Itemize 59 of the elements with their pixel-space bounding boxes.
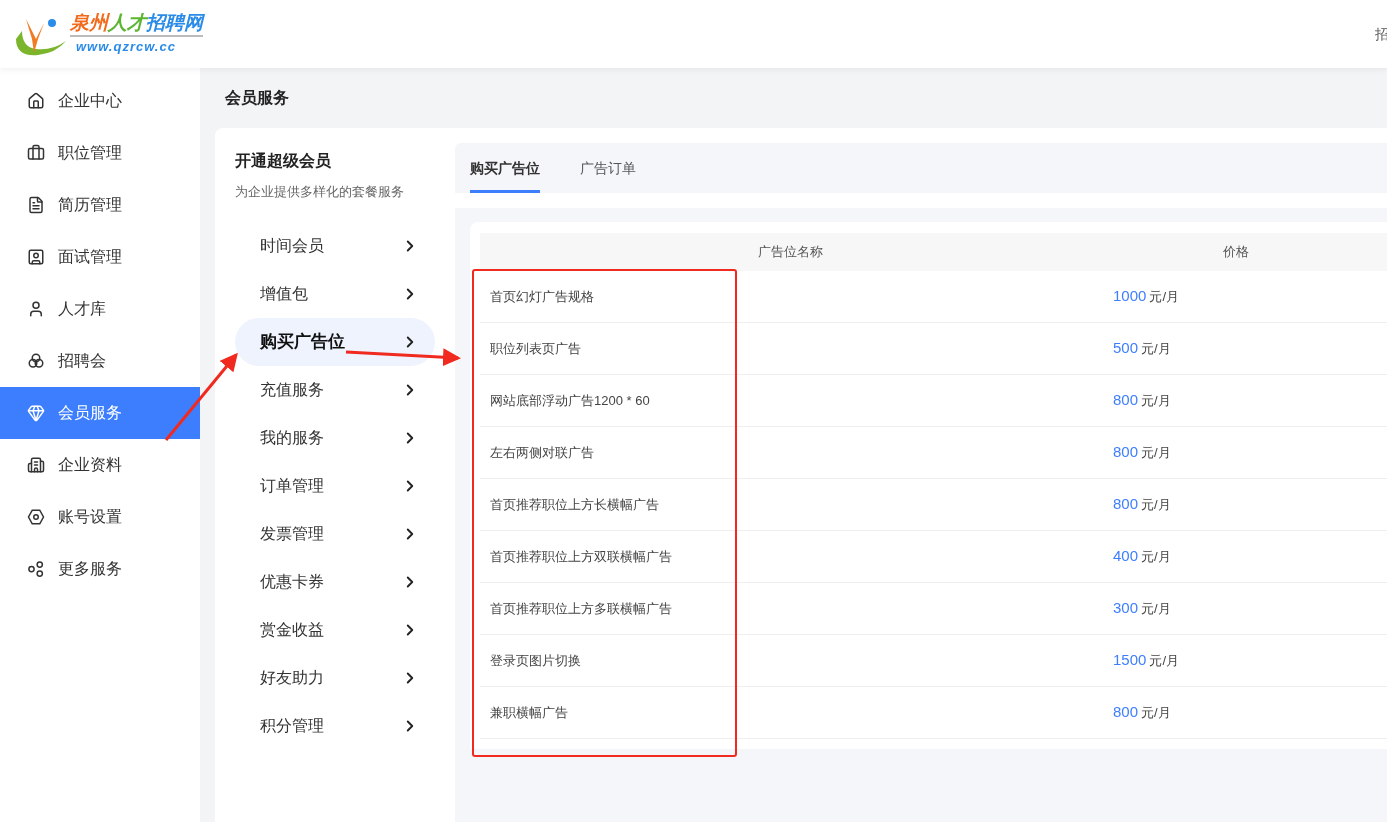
id-card-icon: [27, 248, 45, 266]
tab[interactable]: 购买广告位: [470, 143, 540, 193]
submenu-item[interactable]: 积分管理: [235, 701, 435, 750]
sidebar-item[interactable]: 招聘会: [0, 335, 200, 387]
document-icon: [27, 196, 45, 214]
sidebar-item[interactable]: 职位管理: [0, 127, 200, 179]
table-cell-text: 左右两侧对联广告: [489, 443, 595, 462]
price-cell-text: 400 元/月: [1112, 546, 1172, 567]
submenu-item[interactable]: 好友助力: [235, 653, 435, 702]
price-cell-text: 800 元/月: [1112, 494, 1172, 515]
submenu-title: 开通超级会员: [235, 151, 332, 171]
sidebar-item[interactable]: 人才库: [0, 283, 200, 335]
submenu-item[interactable]: 我的服务: [235, 413, 435, 462]
diamond-icon: [27, 404, 45, 422]
price-cell-text: 800 元/月: [1112, 442, 1172, 463]
table-cell-text: 登录页图片切换: [489, 651, 582, 670]
table-cell-text: 兼职横幅广告: [489, 703, 569, 722]
sidebar-item[interactable]: 更多服务: [0, 543, 200, 595]
table-cell-text: 首页推荐职位上方双联横幅广告: [489, 547, 673, 566]
submenu-item[interactable]: 订单管理: [235, 461, 435, 510]
submenu-item[interactable]: 增值包: [235, 269, 435, 318]
submenu-item[interactable]: 优惠卡券: [235, 557, 435, 606]
house-icon: [27, 92, 45, 110]
building-icon: [27, 456, 45, 474]
submenu-item[interactable]: 时间会员: [235, 221, 435, 270]
table-cell-text: 首页幻灯广告规格: [489, 287, 595, 306]
price-cell-text: 1000 元/月: [1112, 286, 1180, 307]
circles-icon: [27, 352, 45, 370]
person-icon: [27, 300, 45, 318]
submenu-subtitle: 为企业提供多样化的套餐服务: [235, 183, 405, 201]
price-cell-text: 500 元/月: [1112, 338, 1172, 359]
table-cell-text: 首页推荐职位上方多联横幅广告: [489, 599, 673, 618]
submenu-item[interactable]: 发票管理: [235, 509, 435, 558]
price-cell-text: 1500 元/月: [1112, 650, 1180, 671]
briefcase-icon: [27, 144, 45, 162]
dots-icon: [27, 560, 45, 578]
sidebar-item[interactable]: 面试管理: [0, 231, 200, 283]
settings-icon: [27, 508, 45, 526]
table-cell-text: 网站底部浮动广告1200 * 60: [489, 391, 651, 410]
tab[interactable]: 广告订单: [580, 143, 636, 193]
sidebar-item[interactable]: 简历管理: [0, 179, 200, 231]
price-cell-text: 800 元/月: [1112, 390, 1172, 411]
price-cell-text: 300 元/月: [1112, 598, 1172, 619]
submenu-item[interactable]: 购买广告位: [235, 317, 435, 366]
sidebar-item[interactable]: 企业资料: [0, 439, 200, 491]
header-user-text[interactable]: 招: [1375, 23, 1387, 45]
sidebar-item[interactable]: 会员服务: [0, 387, 200, 439]
submenu-item[interactable]: 赏金收益: [235, 605, 435, 654]
logo-title: 泉州人才招聘网: [70, 11, 203, 37]
sidebar-item[interactable]: 企业中心: [0, 75, 200, 127]
page-title: 会员服务: [224, 88, 290, 108]
submenu-item[interactable]: 充值服务: [235, 365, 435, 414]
price-cell-text: 800 元/月: [1112, 702, 1172, 723]
column-header: 广告位名称: [756, 243, 824, 262]
table-cell-text: 首页推荐职位上方长横幅广告: [489, 495, 660, 514]
sidebar-item[interactable]: 账号设置: [0, 491, 200, 543]
column-header: 价格: [1221, 243, 1250, 262]
table-cell-text: 职位列表页广告: [489, 339, 582, 358]
logo-url: www.qzrcw.cc: [75, 37, 176, 56]
